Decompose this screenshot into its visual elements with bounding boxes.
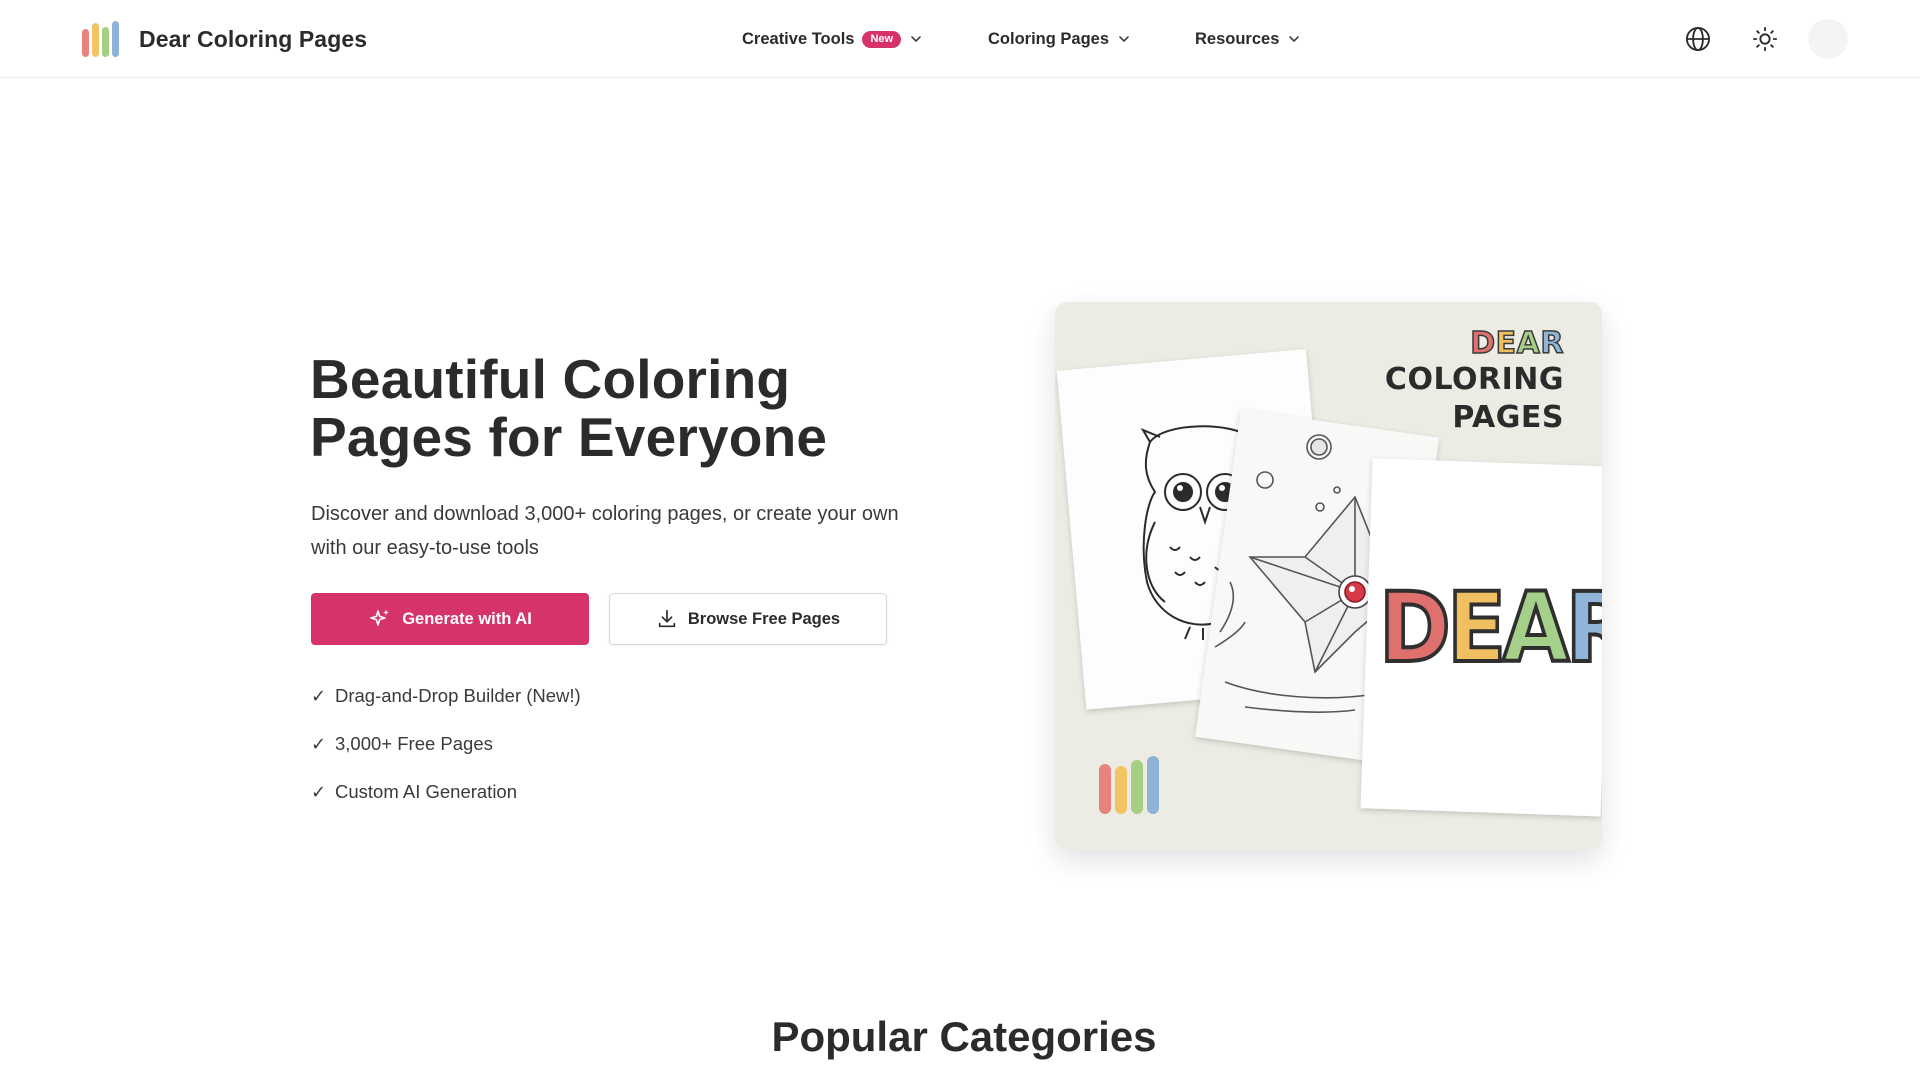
brand-link[interactable]: Dear Coloring Pages: [82, 20, 367, 58]
card-small-word: DEAR: [1470, 325, 1565, 362]
hero-illustration: DEAR COLORING PAGES DEAR: [1055, 302, 1602, 850]
hero-description: Discover and download 3,000+ coloring pa…: [311, 503, 899, 559]
brand-name: Dear Coloring Pages: [139, 25, 368, 52]
avatar[interactable]: [1808, 19, 1848, 59]
feature-item: ✓ Custom AI Generation: [311, 768, 581, 816]
sparkles-icon: [370, 609, 390, 626]
language-button[interactable]: [1679, 20, 1717, 58]
nav-coloring-pages-label: Coloring Pages: [988, 29, 1110, 48]
generate-with-ai-label: Generate with AI: [402, 609, 532, 628]
theme-toggle-button[interactable]: [1746, 20, 1784, 58]
chevron-down-icon: [1119, 36, 1129, 42]
new-badge: New: [862, 30, 902, 48]
check-icon: ✓: [311, 733, 327, 754]
hero-title: Beautiful Coloring Pages for Everyone: [310, 348, 828, 468]
feature-label: Drag-and-Drop Builder (New!): [335, 685, 581, 706]
popular-categories-title: Popular Categories: [771, 1013, 1157, 1060]
check-icon: ✓: [311, 781, 327, 802]
check-icon: ✓: [311, 685, 327, 706]
globe-icon: [1685, 26, 1711, 52]
nav-resources[interactable]: Resources: [1195, 0, 1301, 78]
card-logo-icon: [1099, 756, 1159, 814]
browse-free-pages-button[interactable]: Browse Free Pages: [609, 593, 887, 645]
generate-with-ai-button[interactable]: Generate with AI: [311, 593, 589, 645]
card-big-word: DEAR: [1377, 570, 1602, 686]
nav-creative-tools-label: Creative Tools: [742, 29, 855, 48]
download-icon: [658, 609, 676, 628]
card-line-1: COLORING: [1384, 362, 1564, 397]
nav-coloring-pages[interactable]: Coloring Pages: [988, 0, 1131, 78]
logo-icon: [82, 21, 119, 57]
feature-item: ✓ Drag-and-Drop Builder (New!): [311, 672, 581, 720]
feature-label: Custom AI Generation: [335, 781, 518, 802]
nav-resources-label: Resources: [1195, 29, 1280, 48]
chevron-down-icon: [1289, 36, 1300, 42]
feature-item: ✓ 3,000+ Free Pages: [311, 720, 581, 768]
feature-label: 3,000+ Free Pages: [335, 733, 493, 754]
chevron-down-icon: [911, 36, 921, 42]
card-title: DEAR COLORING PAGES: [1384, 325, 1565, 437]
sun-icon: [1752, 26, 1778, 52]
nav-creative-tools[interactable]: Creative Tools New: [742, 0, 923, 78]
site-header: Dear Coloring Pages Creative Tools New C…: [0, 0, 1920, 78]
card-line-2: PAGES: [1452, 400, 1564, 435]
browse-free-pages-label: Browse Free Pages: [687, 609, 841, 628]
feature-list: ✓ Drag-and-Drop Builder (New!) ✓ 3,000+ …: [311, 672, 581, 816]
